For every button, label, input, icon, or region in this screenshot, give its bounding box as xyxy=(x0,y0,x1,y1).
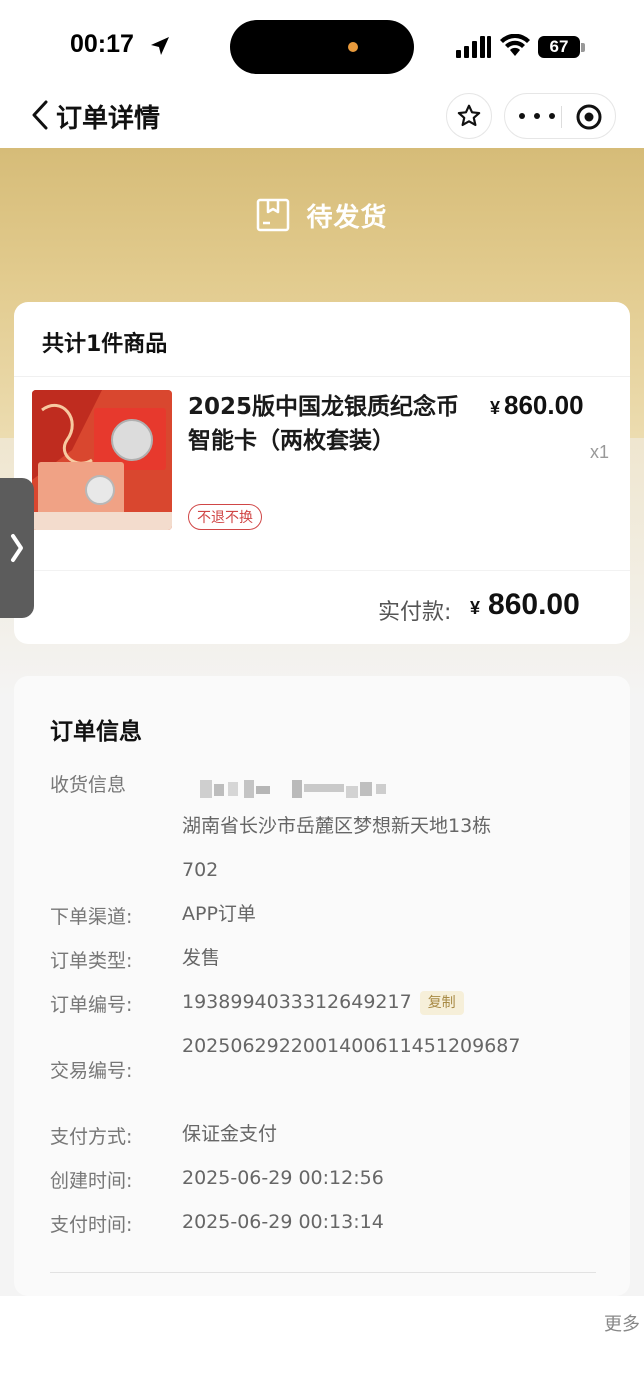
created-time-value: 2025-06-29 00:12:56 xyxy=(182,1167,384,1189)
battery-cap xyxy=(581,43,585,52)
order-type-value: 发售 xyxy=(182,947,221,969)
price-value: 860.00 xyxy=(504,390,584,420)
product-thumbnail-graphic xyxy=(32,390,172,530)
dynamic-island xyxy=(230,20,414,74)
transaction-number-label: 交易编号: xyxy=(50,1060,133,1082)
bottom-bar xyxy=(0,1296,644,1400)
order-number-row: 1938994033312649217 复制 xyxy=(182,980,464,1024)
order-info-title: 订单信息 xyxy=(50,719,142,745)
order-number-value: 1938994033312649217 xyxy=(182,991,412,1013)
divider xyxy=(14,376,630,377)
item-count-title: 共计1件商品 xyxy=(42,332,168,357)
privacy-indicator-dot xyxy=(348,42,358,52)
currency-symbol: ¥ xyxy=(470,598,481,618)
side-expand-tab[interactable] xyxy=(0,478,34,618)
more-options-icon[interactable] xyxy=(519,104,555,128)
battery-indicator: 67 xyxy=(538,36,580,58)
payment-method-label: 支付方式: xyxy=(50,1126,133,1148)
product-card: 共计1件商品 2025版中国龙银质纪念币智能卡（两枚套装） ¥860.00 x1… xyxy=(14,302,630,644)
location-arrow-icon xyxy=(151,37,169,55)
close-miniprogram-icon[interactable] xyxy=(575,103,603,131)
order-channel-label: 下单渠道: xyxy=(50,906,133,928)
transaction-number-value: 2025062922001400611451209687 xyxy=(182,1035,521,1057)
blurred-recipient-name xyxy=(200,780,386,798)
shipping-address: 湖南省长沙市岳麓区梦想新天地13栋 xyxy=(182,815,492,837)
order-info-card: 订单信息 收货信息 湖南省长沙市岳麓区梦想新天地13栋 702 下单渠道: AP… xyxy=(14,676,630,1296)
product-image[interactable] xyxy=(32,390,172,530)
created-time-label: 创建时间: xyxy=(50,1170,133,1192)
paid-label: 实付款: xyxy=(378,600,452,625)
order-status-text: 待发货 xyxy=(306,202,388,233)
cellular-signal-icon xyxy=(456,36,491,58)
page-title: 订单详情 xyxy=(56,104,161,134)
paid-time-value: 2025-06-29 00:13:14 xyxy=(182,1211,384,1233)
more-button[interactable]: 更多 xyxy=(604,1310,640,1336)
order-status-header: 待发货 xyxy=(0,190,644,240)
no-return-badge: 不退不换 xyxy=(188,504,262,530)
mini-program-capsule xyxy=(504,93,616,139)
order-channel-value: APP订单 xyxy=(182,903,256,925)
divider xyxy=(14,570,630,571)
paid-time-label: 支付时间: xyxy=(50,1214,133,1236)
order-type-label: 订单类型: xyxy=(50,950,133,972)
product-name[interactable]: 2025版中国龙银质纪念币智能卡（两枚套装） xyxy=(188,390,478,458)
back-arrow-icon[interactable] xyxy=(28,98,52,132)
currency-symbol: ¥ xyxy=(490,398,501,418)
order-number-label: 订单编号: xyxy=(50,994,133,1016)
product-quantity: x1 xyxy=(590,442,610,462)
clock: 00:17 xyxy=(70,30,134,58)
chevron-right-icon xyxy=(11,534,23,562)
payment-method-value: 保证金支付 xyxy=(182,1123,278,1145)
favorite-button[interactable] xyxy=(446,93,492,139)
product-price: ¥860.00 xyxy=(490,390,584,421)
wifi-icon xyxy=(500,34,530,56)
star-icon xyxy=(457,104,481,127)
shipping-address-room: 702 xyxy=(182,859,219,881)
paid-value: 860.00 xyxy=(488,588,580,621)
divider xyxy=(50,1272,596,1273)
capsule-divider xyxy=(561,106,562,128)
paid-amount: ¥860.00 xyxy=(470,588,580,622)
status-bar: 00:17 67 xyxy=(0,0,644,90)
package-icon xyxy=(257,198,290,232)
copy-button[interactable]: 复制 xyxy=(419,990,464,1015)
shipping-info-label: 收货信息 xyxy=(50,774,127,796)
